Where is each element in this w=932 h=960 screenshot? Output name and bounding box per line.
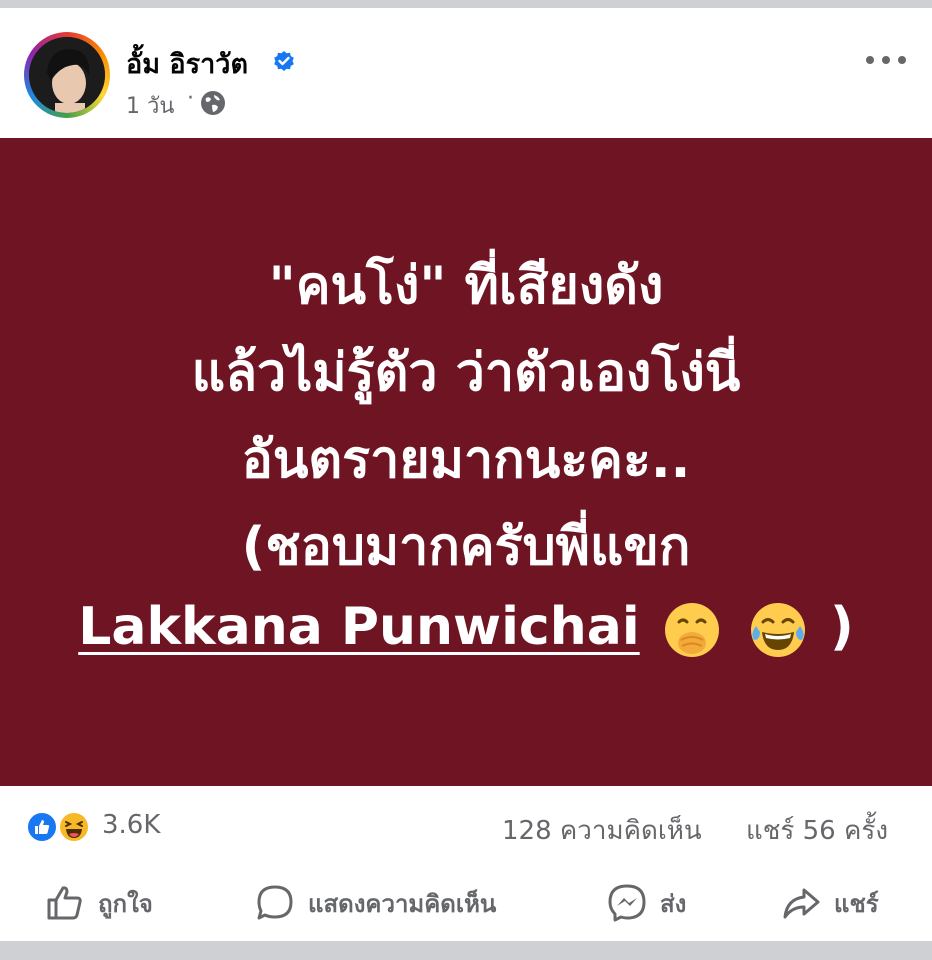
post-timestamp[interactable]: 1 วัน bbox=[126, 88, 174, 123]
like-button[interactable]: ถูกใจ bbox=[44, 878, 153, 928]
haha-reaction-icon[interactable] bbox=[58, 811, 90, 843]
comments-count[interactable]: 128 ความคิดเห็น bbox=[502, 810, 702, 851]
author-name[interactable]: อั้ม อิราวัต bbox=[126, 42, 248, 85]
reactions-count[interactable]: 3.6K bbox=[102, 810, 160, 840]
share-label: แชร์ bbox=[834, 889, 879, 918]
like-label: ถูกใจ bbox=[98, 889, 153, 918]
post-text-line: Lakkana Punwichai ) bbox=[0, 597, 932, 660]
comment-label: แสดงความคิดเห็น bbox=[308, 889, 497, 918]
shares-count[interactable]: แชร์ 56 ครั้ง bbox=[746, 810, 888, 851]
comment-bubble-icon bbox=[257, 885, 293, 920]
feed-divider bbox=[0, 941, 932, 960]
share-button[interactable]: แชร์ bbox=[780, 878, 879, 928]
send-label: ส่ง bbox=[660, 889, 687, 918]
share-arrow-icon bbox=[783, 888, 820, 919]
avatar[interactable] bbox=[24, 32, 110, 118]
comment-button[interactable]: แสดงความคิดเห็น bbox=[254, 878, 496, 928]
timestamp-separator: · bbox=[187, 86, 194, 111]
post-text-line: "คนโง่" ที่เสียงดัง bbox=[268, 256, 664, 316]
tears-of-joy-emoji-icon bbox=[750, 603, 805, 657]
thumbs-up-icon bbox=[47, 886, 82, 920]
post-text-line: แล้วไม่รู้ตัว ว่าตัวเองโง่นี่ bbox=[191, 343, 741, 403]
facebook-post: อั้ม อิราวัต 1 วัน · "คนโง่" ที่เสียงดัง… bbox=[0, 0, 932, 960]
send-button[interactable]: ส่ง bbox=[606, 878, 686, 928]
post-text-line: (ชอบมากครับพี่แขก bbox=[241, 517, 691, 577]
hand-over-mouth-emoji-icon bbox=[664, 603, 719, 657]
verified-badge-icon bbox=[274, 51, 294, 71]
more-options-icon[interactable] bbox=[864, 52, 908, 68]
closing-parenthesis: ) bbox=[830, 597, 854, 657]
avatar-photo bbox=[29, 37, 105, 113]
post-header: อั้ม อิราวัต 1 วัน · bbox=[0, 8, 932, 138]
feed-divider bbox=[0, 0, 932, 8]
post-text-line: อันตรายมากนะคะ.. bbox=[241, 430, 691, 490]
mention-link[interactable]: Lakkana Punwichai bbox=[78, 597, 639, 657]
messenger-icon bbox=[608, 884, 646, 922]
globe-icon bbox=[201, 91, 225, 115]
post-text-background: "คนโง่" ที่เสียงดัง แล้วไม่รู้ตัว ว่าตัว… bbox=[0, 138, 932, 786]
like-reaction-icon[interactable] bbox=[26, 811, 58, 843]
